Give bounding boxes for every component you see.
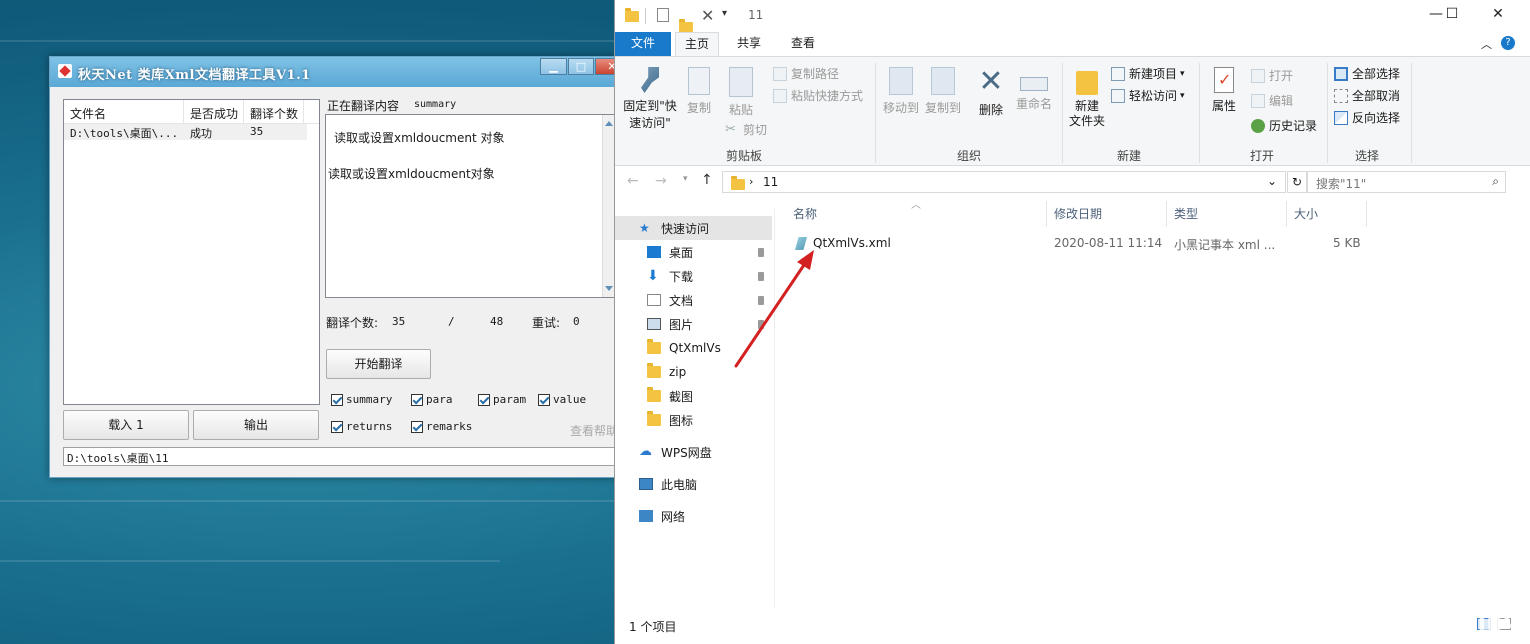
annotation-arrow bbox=[734, 250, 814, 368]
watermark-logo: 下载吧 bbox=[1395, 601, 1521, 644]
